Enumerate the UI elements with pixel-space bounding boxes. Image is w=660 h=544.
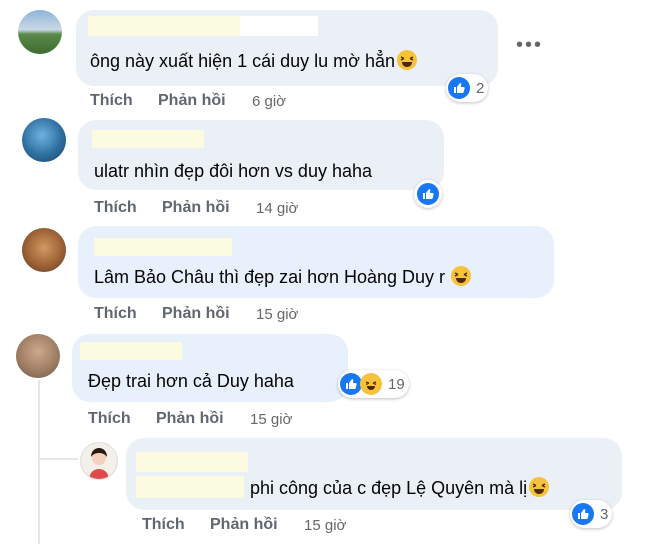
reply-button[interactable]: Phản hồi bbox=[156, 410, 224, 428]
author-name-redacted[interactable] bbox=[80, 342, 182, 360]
like-button[interactable]: Thích bbox=[142, 516, 185, 534]
reaction-count: 19 bbox=[388, 375, 405, 393]
author-name-redacted[interactable] bbox=[92, 130, 204, 148]
author-name-redacted bbox=[240, 16, 318, 36]
reply-button[interactable]: Phản hồi bbox=[162, 305, 230, 323]
avatar[interactable] bbox=[80, 442, 118, 480]
laughing-emoji-icon bbox=[451, 266, 472, 286]
like-button[interactable]: Thích bbox=[94, 305, 137, 323]
comment-timestamp[interactable]: 15 giờ bbox=[256, 306, 298, 323]
reply-button[interactable]: Phản hồi bbox=[158, 92, 226, 110]
reply-button[interactable]: Phản hồi bbox=[162, 199, 230, 217]
thread-line bbox=[38, 380, 40, 544]
laughing-emoji-icon bbox=[529, 477, 550, 497]
avatar[interactable] bbox=[16, 334, 60, 378]
comment-text: Lâm Bảo Châu thì đẹp zai hơn Hoàng Duy r bbox=[94, 266, 472, 288]
author-name-redacted bbox=[136, 476, 244, 498]
reaction-count: 3 bbox=[600, 505, 609, 523]
comment-text: ulatr nhìn đẹp đôi hơn vs duy haha bbox=[94, 161, 372, 181]
reaction-summary[interactable]: 3 bbox=[570, 500, 613, 528]
comment-text: Đẹp trai hơn cả Duy haha bbox=[88, 371, 294, 391]
comment-timestamp[interactable]: 14 giờ bbox=[256, 200, 298, 217]
like-reaction-icon bbox=[448, 77, 470, 99]
comment-timestamp[interactable]: 6 giờ bbox=[252, 93, 286, 110]
reaction-summary[interactable] bbox=[414, 180, 442, 208]
avatar[interactable] bbox=[22, 118, 66, 162]
like-button[interactable]: Thích bbox=[88, 410, 131, 428]
laughing-emoji-icon bbox=[397, 50, 417, 70]
comment-timestamp[interactable]: 15 giờ bbox=[250, 411, 292, 428]
reaction-count: 2 bbox=[476, 79, 485, 97]
haha-reaction-icon bbox=[360, 373, 382, 395]
like-reaction-icon bbox=[572, 503, 594, 525]
comment-timestamp[interactable]: 15 giờ bbox=[304, 517, 346, 534]
like-button[interactable]: Thích bbox=[90, 92, 133, 110]
like-reaction-icon bbox=[417, 183, 439, 205]
author-name-redacted[interactable] bbox=[88, 16, 240, 36]
comment-text: phi công của c đẹp Lệ Quyên mà lị bbox=[250, 477, 550, 499]
reaction-summary[interactable]: 19 bbox=[338, 370, 409, 398]
comment-bubble bbox=[126, 438, 622, 510]
reaction-summary[interactable]: 2 bbox=[446, 74, 489, 102]
like-reaction-icon bbox=[340, 373, 362, 395]
author-name-redacted[interactable] bbox=[94, 238, 232, 256]
more-options-icon[interactable]: ••• bbox=[516, 34, 543, 57]
avatar[interactable] bbox=[18, 10, 62, 54]
author-name-redacted[interactable] bbox=[136, 452, 248, 472]
like-button[interactable]: Thích bbox=[94, 199, 137, 217]
reply-button[interactable]: Phản hồi bbox=[210, 516, 278, 534]
avatar[interactable] bbox=[22, 228, 66, 272]
comment-text: ông này xuất hiện 1 cái duy lu mờ hẳn bbox=[90, 50, 417, 72]
thread-line-branch bbox=[38, 458, 78, 460]
